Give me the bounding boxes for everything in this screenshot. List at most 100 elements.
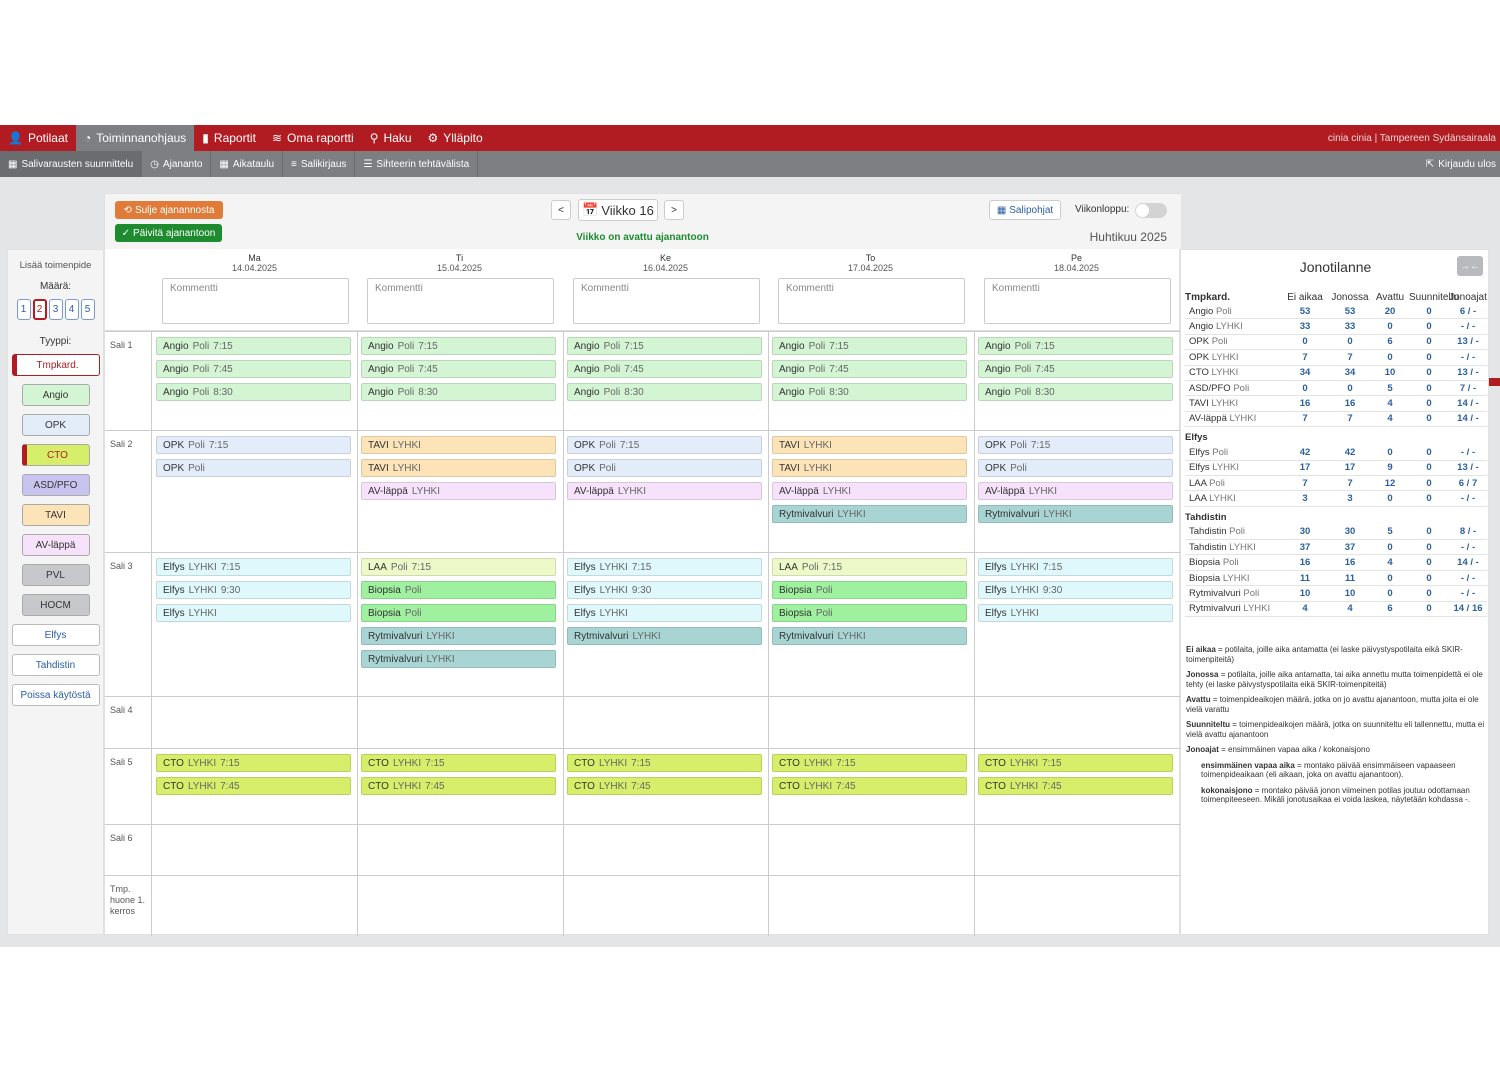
queue-value[interactable]: 53 [1329,306,1371,317]
type-button[interactable]: ASD/PFO [21,474,90,496]
queue-value[interactable]: 33 [1329,321,1371,332]
queue-value[interactable]: 0 [1371,352,1409,363]
queue-value[interactable]: 30 [1281,526,1329,537]
update-booking-button[interactable]: ✓ Päivitä ajanantoon [115,224,222,242]
queue-value[interactable]: 4 [1371,413,1409,424]
queue-value[interactable]: 6 / - [1449,306,1487,317]
type-button[interactable]: HOCM [21,594,90,616]
queue-value[interactable]: 10 [1329,588,1371,599]
queue-value[interactable]: 0 [1409,478,1449,489]
queue-value[interactable]: 4 [1371,557,1409,568]
type-button[interactable]: TAVI [21,504,90,526]
queue-value[interactable]: 16 [1281,398,1329,409]
nav-haku[interactable]: ⚲ Haku [362,125,420,151]
nav-toiminnanohjaus[interactable]: ◔ Toiminnanohjaus [75,125,195,151]
procedure-slot[interactable]: Angio Poli 7:45 [772,360,967,378]
amount-option[interactable]: 3 [48,299,63,320]
queue-value[interactable]: 4 [1329,603,1371,614]
queue-value[interactable]: 0 [1409,526,1449,537]
next-week-button[interactable]: > [664,200,684,220]
type-button[interactable]: CTO [21,444,90,466]
procedure-slot[interactable]: Rytmivalvuri LYHKI [361,650,556,668]
queue-value[interactable]: 17 [1329,462,1371,473]
queue-value[interactable]: 0 [1409,336,1449,347]
queue-value[interactable]: 0 [1371,493,1409,504]
queue-value[interactable]: 0 [1329,336,1371,347]
procedure-slot[interactable]: Elfys LYHKI [567,604,762,622]
queue-value[interactable]: 11 [1281,573,1329,584]
queue-value[interactable]: 0 [1409,413,1449,424]
type-button[interactable]: Elfys [11,624,100,646]
procedure-slot[interactable]: LAA Poli 7:15 [361,558,556,576]
procedure-slot[interactable]: Elfys LYHKI 7:15 [156,558,351,576]
queue-value[interactable]: 0 [1409,321,1449,332]
procedure-slot[interactable]: CTO LYHKI 7:15 [156,754,351,772]
queue-value[interactable]: 0 [1409,306,1449,317]
queue-value[interactable]: 7 [1329,478,1371,489]
procedure-slot[interactable]: OPK Poli [567,459,762,477]
procedure-slot[interactable]: TAVI LYHKI [772,436,967,454]
queue-value[interactable]: 7 [1329,352,1371,363]
procedure-slot[interactable]: Angio Poli 7:45 [156,360,351,378]
queue-value[interactable]: 8 / - [1449,526,1487,537]
prev-week-button[interactable]: < [551,200,571,220]
queue-value[interactable]: 16 [1329,398,1371,409]
queue-value[interactable]: 0 [1409,588,1449,599]
procedure-slot[interactable]: AV-läppä LYHKI [978,482,1173,500]
subnav-salivarausten-suunnittelu[interactable]: ▦ Salivarausten suunnittelu [0,151,143,177]
queue-value[interactable]: 30 [1329,526,1371,537]
queue-value[interactable]: 37 [1329,542,1371,553]
queue-value[interactable]: 42 [1329,447,1371,458]
procedure-slot[interactable]: CTO LYHKI 7:45 [772,777,967,795]
queue-value[interactable]: 16 [1281,557,1329,568]
queue-value[interactable]: 0 [1409,542,1449,553]
procedure-slot[interactable]: Angio Poli 7:15 [978,337,1173,355]
queue-value[interactable]: 0 [1371,588,1409,599]
comment-field[interactable]: Kommentti [367,278,554,324]
queue-value[interactable]: - / - [1449,542,1487,553]
queue-value[interactable]: 10 [1371,367,1409,378]
week-picker[interactable]: 📅 Viikko 16 [578,199,658,221]
procedure-slot[interactable]: Angio Poli 7:15 [361,337,556,355]
queue-value[interactable]: 0 [1281,383,1329,394]
nav-yllapito[interactable]: ⚙ Ylläpito [420,125,491,151]
procedure-slot[interactable]: CTO LYHKI 7:15 [567,754,762,772]
procedure-slot[interactable]: Biopsia Poli [361,581,556,599]
procedure-slot[interactable]: Angio Poli 8:30 [772,383,967,401]
type-button[interactable]: Angio [21,384,90,406]
procedure-slot[interactable]: Elfys LYHKI 7:15 [567,558,762,576]
queue-value[interactable]: 13 / - [1449,367,1487,378]
comment-field[interactable]: Kommentti [984,278,1171,324]
procedure-slot[interactable]: Angio Poli 8:30 [567,383,762,401]
queue-value[interactable]: 0 [1281,336,1329,347]
procedure-slot[interactable]: Angio Poli 8:30 [361,383,556,401]
procedure-slot[interactable]: Biopsia Poli [772,604,967,622]
procedure-slot[interactable]: Angio Poli 7:45 [978,360,1173,378]
amount-option[interactable]: 4 [64,299,79,320]
type-button[interactable]: AV-läppä [21,534,90,556]
procedure-slot[interactable]: Elfys LYHKI 9:30 [567,581,762,599]
queue-value[interactable]: 0 [1329,383,1371,394]
queue-value[interactable]: 7 [1281,352,1329,363]
queue-value[interactable]: 0 [1409,462,1449,473]
amount-option[interactable]: 1 [16,299,31,320]
procedure-slot[interactable]: Rytmivalvuri LYHKI [361,627,556,645]
amount-option[interactable]: 5 [80,299,95,320]
procedure-slot[interactable]: Angio Poli 7:45 [567,360,762,378]
type-button[interactable]: Poissa käytöstä [11,684,100,706]
queue-value[interactable]: 12 [1371,478,1409,489]
procedure-slot[interactable]: AV-läppä LYHKI [567,482,762,500]
queue-value[interactable]: 3 [1281,493,1329,504]
queue-value[interactable]: 0 [1409,352,1449,363]
procedure-slot[interactable]: AV-läppä LYHKI [772,482,967,500]
procedure-slot[interactable]: Angio Poli 7:15 [567,337,762,355]
queue-value[interactable]: 37 [1281,542,1329,553]
queue-value[interactable]: 6 [1371,336,1409,347]
queue-value[interactable]: - / - [1449,447,1487,458]
procedure-slot[interactable]: Angio Poli 7:45 [361,360,556,378]
comment-field[interactable]: Kommentti [778,278,965,324]
queue-value[interactable]: 0 [1409,367,1449,378]
logout-link[interactable]: ⇱ Kirjaudu ulos [1418,151,1500,177]
templates-button[interactable]: ▦ Salipohjat [989,200,1061,220]
procedure-slot[interactable]: CTO LYHKI 7:45 [567,777,762,795]
